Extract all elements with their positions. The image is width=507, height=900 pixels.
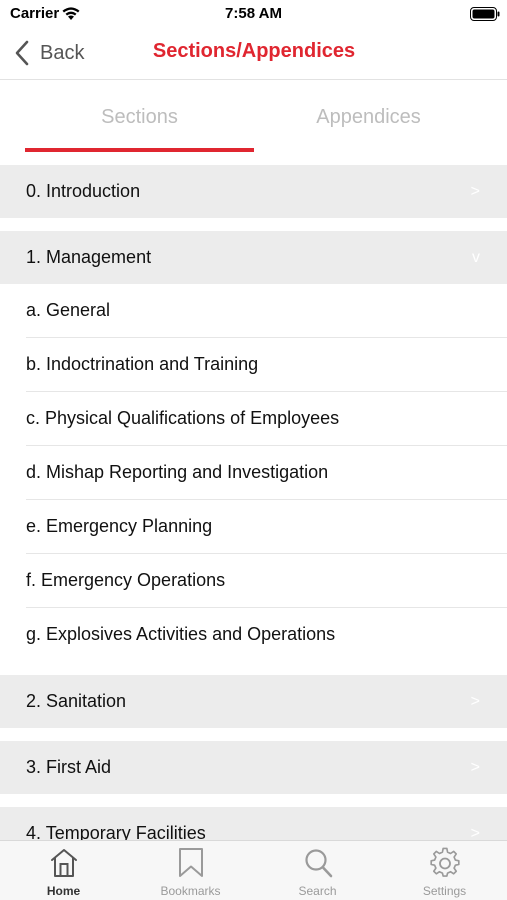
tab-search[interactable]: Search	[254, 841, 381, 900]
section-label: 3. First Aid	[26, 757, 112, 777]
selected-tab-indicator	[25, 148, 254, 152]
section-row-introduction[interactable]: 0. Introduction >	[0, 165, 507, 218]
section-label: 0. Introduction	[26, 181, 141, 201]
list-item-physical-qualifications[interactable]: c. Physical Qualifications of Employees	[0, 392, 507, 446]
search-icon	[304, 849, 332, 878]
tab-label: Home	[46, 884, 81, 898]
tab-sections[interactable]: Sections	[25, 80, 254, 154]
status-bar: Carrier 7:58 AM	[0, 0, 507, 28]
battery-icon	[470, 7, 500, 21]
navigation-bar: Back Sections/Appendices	[0, 28, 507, 80]
subsection-label: c. Physical Qualifications of Employees	[26, 408, 340, 428]
chevron-right-icon: >	[470, 758, 480, 776]
tab-settings[interactable]: Settings	[381, 841, 507, 900]
home-icon	[50, 849, 77, 877]
section-label: 2. Sanitation	[26, 691, 127, 711]
section-row-management[interactable]: 1. Management v	[0, 231, 507, 284]
tab-label: Settings	[422, 884, 467, 898]
list-item-general[interactable]: a. General	[0, 284, 507, 338]
list-item-emergency-operations[interactable]: f. Emergency Operations	[0, 554, 507, 608]
sections-list: 0. Introduction > 1. Management v a. Gen…	[0, 165, 507, 860]
subsection-label: a. General	[26, 300, 111, 320]
bottom-tab-bar: Home Bookmarks Search Settings	[0, 840, 507, 900]
clock: 7:58 AM	[225, 5, 282, 22]
section-label: 1. Management	[26, 247, 152, 267]
gear-icon	[429, 847, 460, 877]
tab-appendices[interactable]: Appendices	[254, 80, 483, 154]
tab-label: Search	[298, 884, 337, 898]
section-row-first-aid[interactable]: 3. First Aid >	[0, 741, 507, 794]
bookmark-icon	[178, 848, 203, 877]
subsection-label: f. Emergency Operations	[26, 570, 226, 590]
segment-tabs: Sections Appendices	[0, 80, 507, 154]
subsection-label: g. Explosives Activities and Operations	[26, 624, 336, 644]
chevron-down-icon: v	[472, 248, 480, 266]
subsection-label: d. Mishap Reporting and Investigation	[26, 462, 329, 482]
list-item-emergency-planning[interactable]: e. Emergency Planning	[0, 500, 507, 554]
list-item-mishap-reporting[interactable]: d. Mishap Reporting and Investigation	[0, 446, 507, 500]
tab-home[interactable]: Home	[0, 841, 127, 900]
tab-label: Bookmarks	[160, 884, 221, 898]
list-item-explosives-activities[interactable]: g. Explosives Activities and Operations	[0, 608, 507, 662]
list-item-indoctrination-training[interactable]: b. Indoctrination and Training	[0, 338, 507, 392]
chevron-right-icon: >	[470, 182, 480, 200]
page-title: Sections/Appendices	[152, 40, 356, 62]
chevron-right-icon: >	[470, 692, 480, 710]
tab-bookmarks[interactable]: Bookmarks	[127, 841, 254, 900]
section-row-sanitation[interactable]: 2. Sanitation >	[0, 675, 507, 728]
subsection-label: e. Emergency Planning	[26, 516, 213, 536]
subsection-label: b. Indoctrination and Training	[26, 354, 259, 374]
